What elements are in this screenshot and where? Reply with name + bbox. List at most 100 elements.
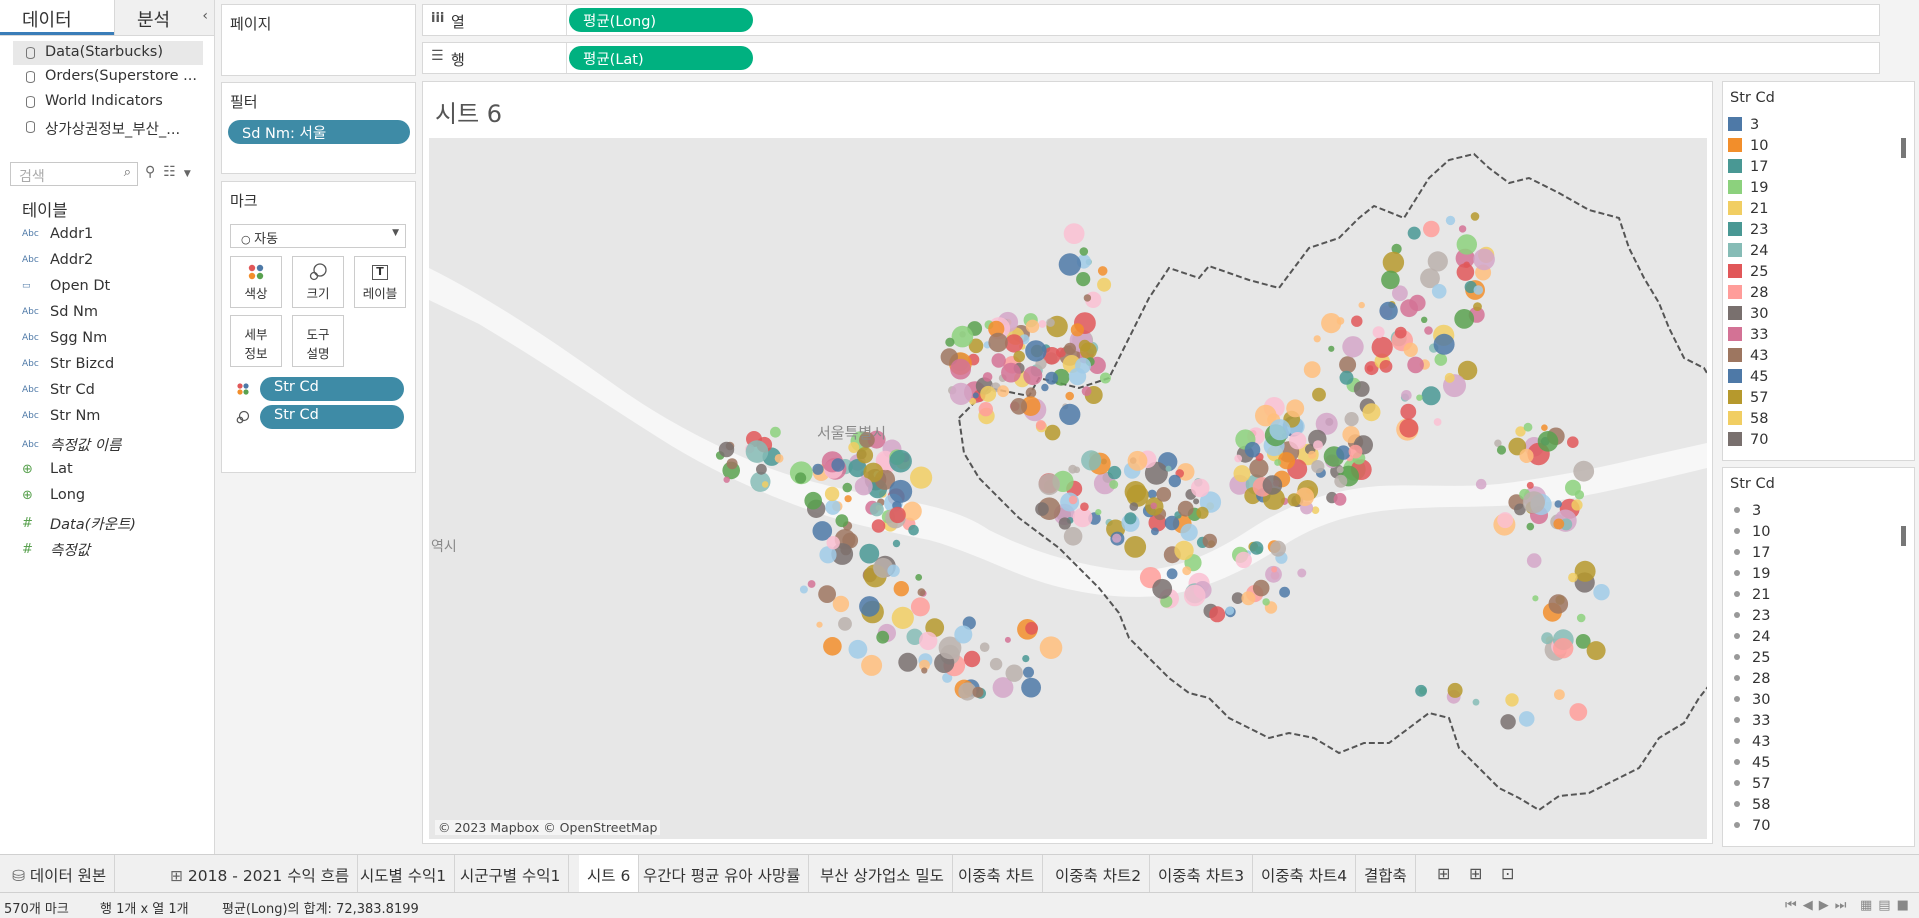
store-mark[interactable] [832, 595, 850, 613]
pane-tools[interactable]: ⚲☷▼ [145, 164, 199, 180]
store-mark[interactable] [1394, 326, 1407, 339]
store-mark[interactable] [1421, 386, 1441, 406]
store-mark[interactable] [854, 477, 873, 496]
store-mark[interactable] [1571, 499, 1583, 511]
store-mark[interactable] [1004, 636, 1011, 643]
size-button[interactable]: 크기 [292, 256, 344, 308]
store-mark[interactable] [963, 650, 981, 668]
store-mark[interactable] [1166, 568, 1178, 580]
legend-item[interactable]: 57 [1728, 390, 1768, 411]
size-legend-item[interactable]: 3 [1728, 503, 1761, 524]
store-mark[interactable] [1568, 572, 1578, 583]
store-mark[interactable] [1496, 445, 1507, 455]
store-mark[interactable] [1058, 253, 1082, 276]
store-mark[interactable] [1081, 450, 1102, 471]
store-mark[interactable] [1124, 536, 1147, 558]
store-mark[interactable] [869, 502, 884, 517]
legend-item[interactable]: 24 [1728, 243, 1768, 264]
view-list-icon[interactable]: ☷ [163, 164, 184, 180]
store-mark[interactable] [1382, 251, 1405, 274]
store-mark[interactable] [1112, 533, 1122, 543]
store-mark[interactable] [1095, 509, 1102, 516]
store-mark[interactable] [1225, 606, 1235, 615]
store-mark[interactable] [1065, 391, 1074, 401]
store-mark[interactable] [1081, 386, 1092, 397]
store-mark[interactable] [1025, 621, 1038, 635]
store-mark[interactable] [921, 667, 928, 674]
field-item[interactable]: ⊕ Lat [22, 461, 73, 483]
store-mark[interactable] [1342, 336, 1364, 358]
size-legend-item[interactable]: 23 [1728, 608, 1770, 629]
store-mark[interactable] [1063, 527, 1083, 546]
store-mark[interactable] [1013, 350, 1025, 363]
rows-shelf[interactable]: ☰ 행 평균(Lat) [422, 42, 1880, 74]
store-mark[interactable] [1403, 342, 1418, 357]
store-mark[interactable] [972, 686, 984, 698]
field-item[interactable]: Abc 측정값 이름 [22, 434, 121, 456]
view-icons[interactable]: ▦▤■ [1860, 898, 1915, 913]
store-mark[interactable] [1044, 424, 1061, 441]
store-mark[interactable] [1444, 372, 1455, 383]
store-mark[interactable] [1287, 493, 1301, 507]
store-mark[interactable] [1279, 586, 1290, 598]
store-mark[interactable] [718, 441, 735, 458]
store-mark[interactable] [1022, 655, 1030, 663]
store-mark[interactable] [1001, 362, 1021, 383]
legend-item[interactable]: 33 [1728, 327, 1768, 348]
store-mark[interactable] [1573, 460, 1595, 482]
store-mark[interactable] [1554, 500, 1562, 508]
store-mark[interactable] [1262, 475, 1283, 495]
search-input[interactable]: 검색 ⌕ [10, 162, 138, 186]
store-mark[interactable] [1473, 302, 1482, 311]
size-legend-item[interactable]: 19 [1728, 566, 1770, 587]
store-mark[interactable] [1269, 419, 1291, 441]
store-mark[interactable] [831, 458, 845, 472]
size-legend-item[interactable]: 57 [1728, 776, 1770, 797]
store-mark[interactable] [1523, 422, 1533, 432]
size-legend-item[interactable]: 28 [1728, 671, 1770, 692]
store-mark[interactable] [1039, 636, 1063, 659]
store-mark[interactable] [1297, 568, 1307, 578]
store-mark[interactable] [1177, 500, 1194, 517]
store-mark[interactable] [842, 482, 853, 493]
size-legend-item[interactable]: 24 [1728, 629, 1770, 650]
store-mark[interactable] [1193, 498, 1200, 505]
size-legend-item[interactable]: 70 [1728, 818, 1770, 839]
size-legend-item[interactable]: 10 [1728, 524, 1770, 545]
rows-pill[interactable]: 평균(Lat) [569, 46, 753, 70]
store-mark[interactable] [1035, 502, 1049, 516]
store-mark[interactable] [1076, 272, 1091, 287]
store-mark[interactable] [823, 637, 842, 656]
store-mark[interactable] [1366, 365, 1374, 372]
store-mark[interactable] [816, 621, 823, 628]
store-mark[interactable] [893, 581, 909, 597]
store-mark[interactable] [1381, 270, 1400, 290]
sheet-tab[interactable]: 이중축 차트4 [1253, 855, 1357, 893]
store-mark[interactable] [1038, 320, 1047, 328]
store-mark[interactable] [902, 501, 922, 521]
store-mark[interactable] [1045, 371, 1059, 385]
store-mark[interactable] [1075, 357, 1091, 374]
size-legend-item[interactable]: 43 [1728, 734, 1770, 755]
store-mark[interactable] [1180, 523, 1198, 541]
store-mark[interactable] [1458, 225, 1467, 233]
legend-item[interactable]: 28 [1728, 285, 1768, 306]
store-mark[interactable] [979, 642, 990, 652]
store-mark[interactable] [1010, 398, 1028, 415]
store-mark[interactable] [1165, 465, 1172, 472]
store-mark[interactable] [908, 524, 919, 536]
store-mark[interactable] [988, 332, 1008, 353]
store-mark[interactable] [1541, 632, 1553, 645]
store-mark[interactable] [1526, 553, 1542, 568]
store-mark[interactable] [726, 458, 738, 470]
size-legend-item[interactable]: 21 [1728, 587, 1770, 608]
store-mark[interactable] [1532, 595, 1539, 602]
store-mark[interactable] [1372, 326, 1385, 339]
store-mark[interactable] [1537, 431, 1559, 452]
source-superstore[interactable]: Orders(Superstore ... [13, 65, 203, 89]
store-mark[interactable] [1339, 370, 1354, 385]
store-mark[interactable] [1168, 474, 1181, 488]
store-mark[interactable] [950, 358, 971, 380]
store-mark[interactable] [982, 372, 993, 382]
store-mark[interactable] [1308, 450, 1317, 459]
